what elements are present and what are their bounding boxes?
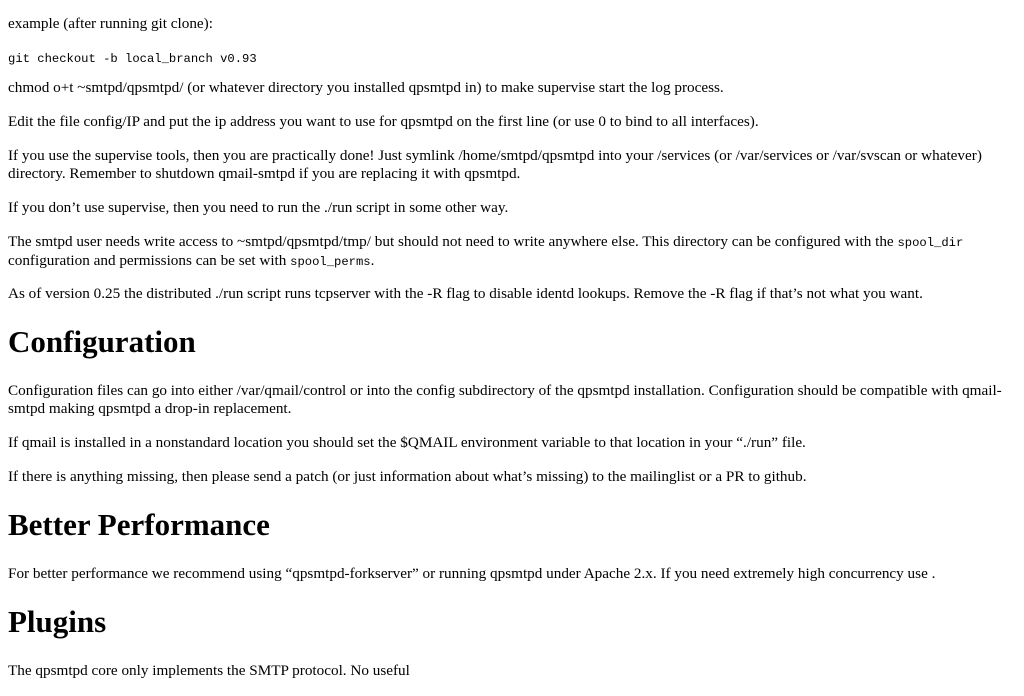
paragraph-chmod: chmod o+t ~smtpd/qpsmtpd/ (or whatever d…: [8, 79, 724, 96]
paragraph-write-access: The smtpd user needs write access to ~sm…: [8, 233, 1018, 271]
paragraph-supervise: If you use the supervise tools, then you…: [8, 147, 982, 182]
paragraph-missing: If there is anything missing, then pleas…: [8, 468, 807, 485]
code-git-checkout: git checkout -b local_branch v0.93: [8, 52, 257, 66]
heading-configuration: Configuration: [8, 324, 196, 359]
heading-better-performance: Better Performance: [8, 507, 270, 542]
paragraph-no-supervise: If you don’t use supervise, then you nee…: [8, 199, 509, 216]
paragraph-version-note: As of version 0.25 the distributed ./run…: [8, 285, 923, 302]
paragraph-plugins: The qpsmtpd core only implements the SMT…: [8, 662, 410, 679]
paragraph-config-ip: Edit the file config/IP and put the ip a…: [8, 113, 759, 130]
paragraph-write-access-text-c: .: [370, 252, 375, 269]
paragraph-write-access-text-b: configuration and permissions can be set…: [8, 252, 291, 269]
paragraph-qmail-location: If qmail is installed in a nonstandard l…: [8, 434, 806, 451]
paragraph-config-files: Configuration files can go into either /…: [8, 382, 1002, 417]
paragraph-performance: For better performance we recommend usin…: [8, 565, 936, 582]
code-spool-dir: spool_dir: [897, 236, 964, 250]
paragraph-clone-example: example (after running git clone):: [8, 15, 213, 32]
code-spool-perms: spool_perms: [290, 255, 371, 269]
paragraph-write-access-text-a: The smtpd user needs write access to ~sm…: [8, 233, 898, 250]
heading-plugins: Plugins: [8, 604, 107, 639]
